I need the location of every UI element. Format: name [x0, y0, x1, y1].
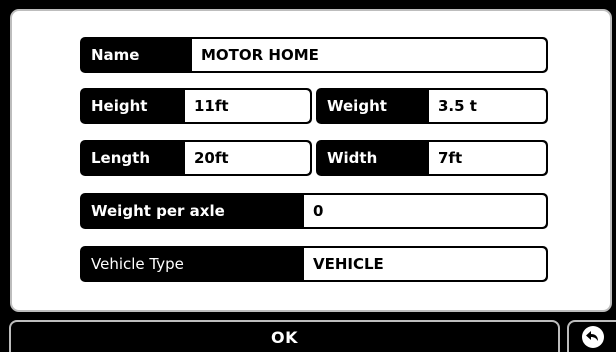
length-field[interactable]: Length 20ft: [80, 140, 312, 176]
width-label: Width: [327, 149, 378, 167]
width-value: 7ft: [429, 142, 546, 174]
width-field[interactable]: Width 7ft: [316, 140, 548, 176]
weight-per-axle-value: 0: [304, 195, 546, 227]
length-label: Length: [91, 149, 150, 167]
vehicle-type-value: VEHICLE: [304, 248, 546, 280]
vehicle-type-field[interactable]: Vehicle Type VEHICLE: [80, 246, 548, 282]
weight-value: 3.5 t: [429, 90, 546, 122]
weight-per-axle-label: Weight per axle: [91, 202, 225, 220]
name-label: Name: [91, 46, 140, 64]
height-label: Height: [91, 97, 148, 115]
length-value: 20ft: [185, 142, 310, 174]
name-field[interactable]: Name MOTOR HOME: [80, 37, 548, 73]
weight-label: Weight: [327, 97, 387, 115]
ok-button[interactable]: OK: [9, 320, 560, 352]
vehicle-type-label: Vehicle Type: [91, 255, 184, 273]
name-value: MOTOR HOME: [192, 39, 546, 71]
height-value: 11ft: [185, 90, 310, 122]
back-arrow-icon: [581, 325, 605, 349]
vehicle-settings-panel: Name MOTOR HOME Height 11ft Weight 3.5 t…: [10, 9, 612, 312]
weight-per-axle-field[interactable]: Weight per axle 0: [80, 193, 548, 229]
height-field[interactable]: Height 11ft: [80, 88, 312, 124]
weight-field[interactable]: Weight 3.5 t: [316, 88, 548, 124]
back-button[interactable]: [567, 320, 616, 352]
